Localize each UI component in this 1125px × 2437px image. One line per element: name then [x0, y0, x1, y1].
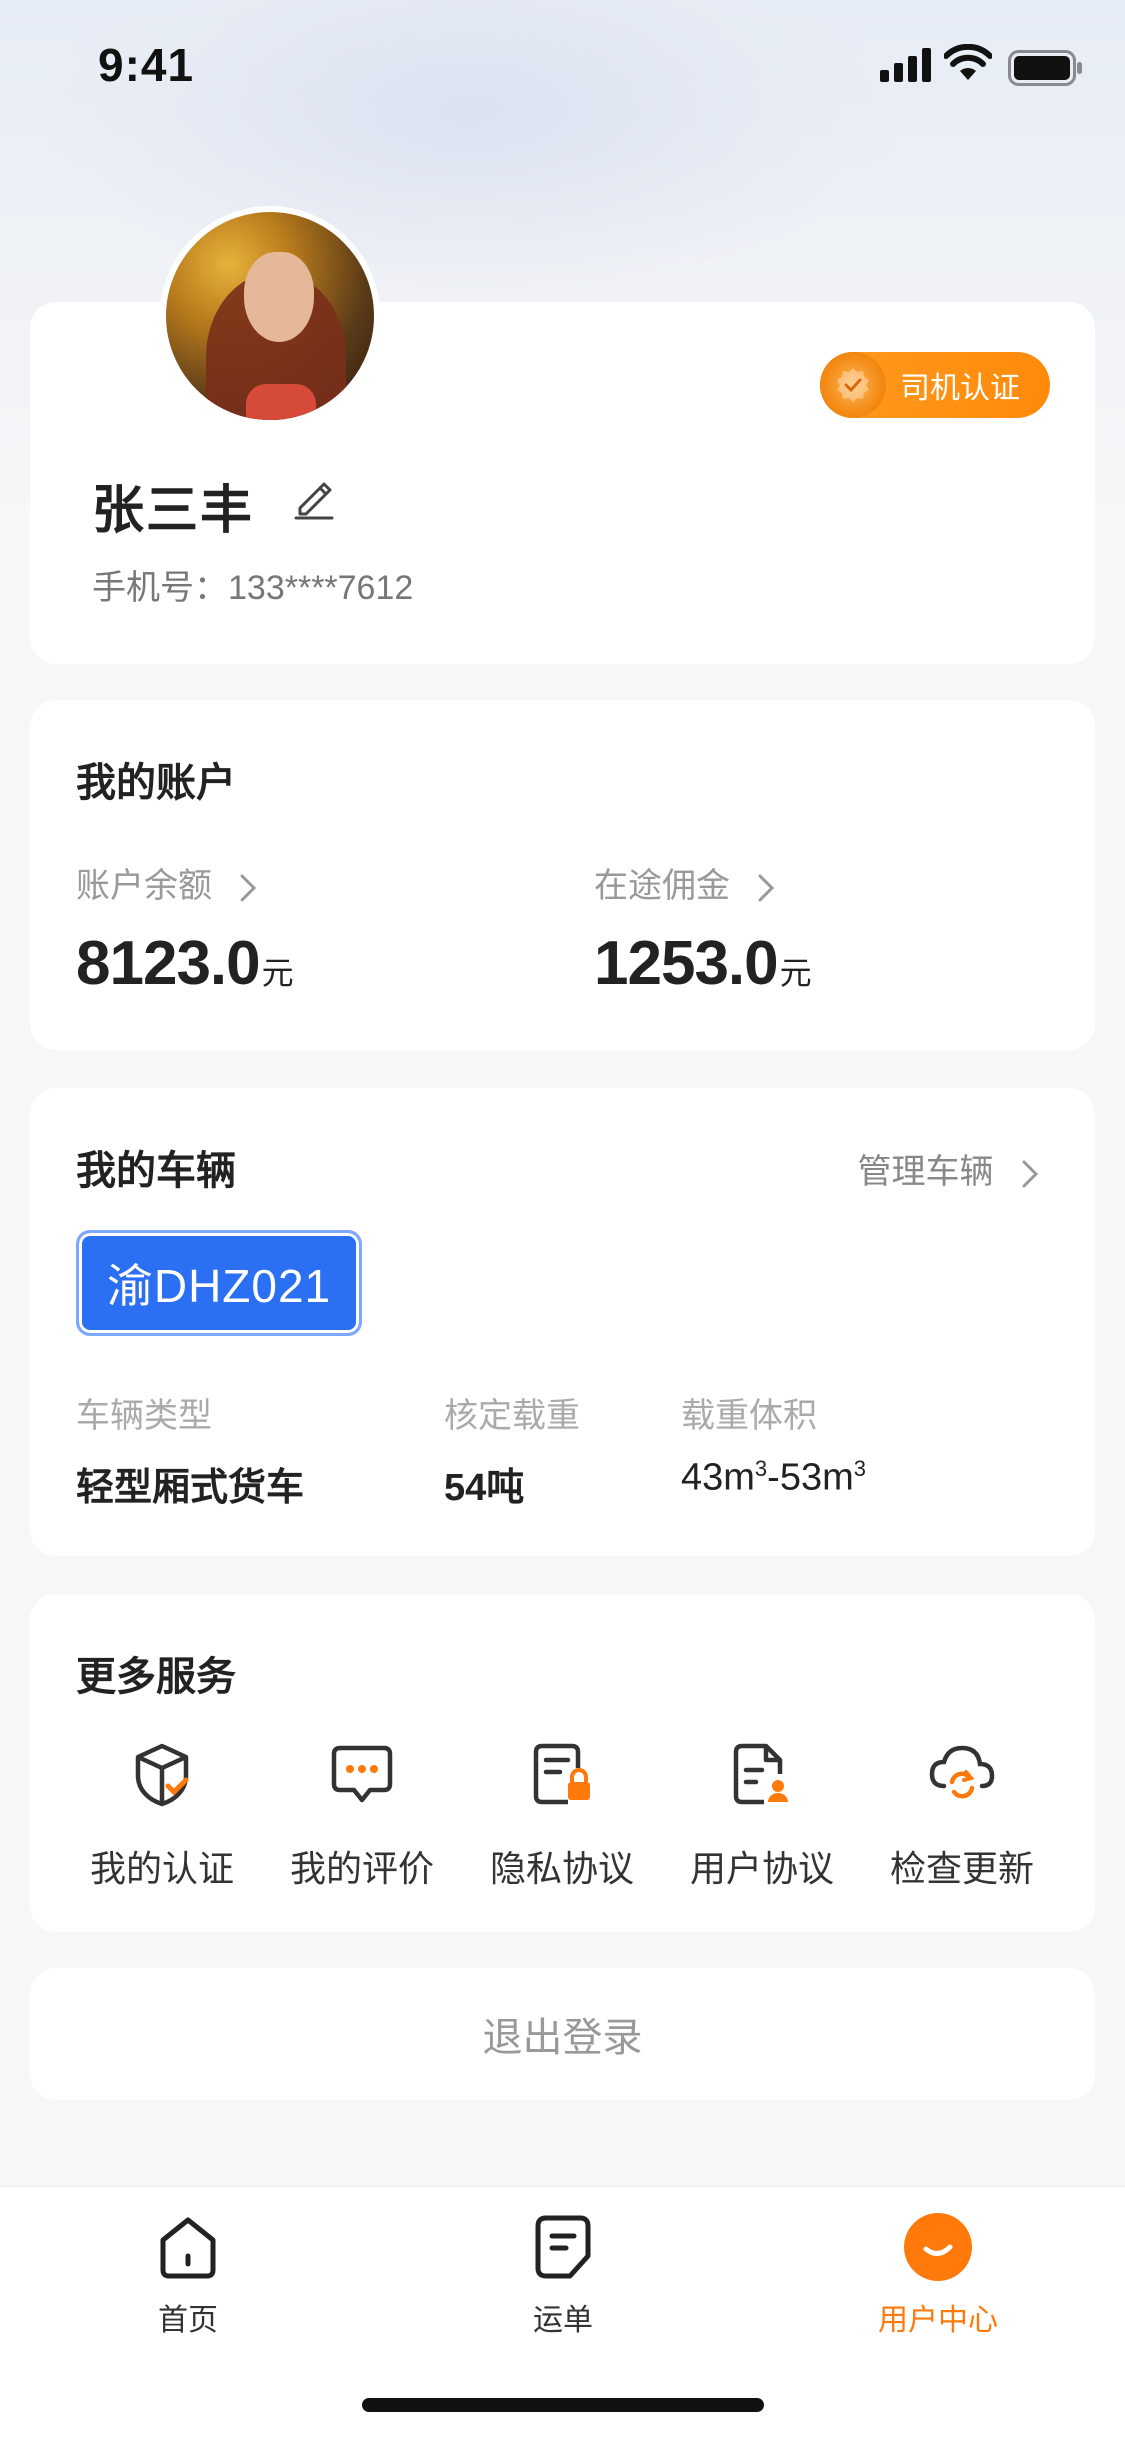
rated-load-label: 核定载重	[444, 1397, 580, 1435]
commission-unit: 元	[779, 955, 812, 991]
manage-vehicles-link[interactable]: 管理车辆	[858, 1144, 1039, 1193]
account-title: 我的账户	[76, 761, 236, 805]
service-my-certification[interactable]: 我的认证	[62, 1738, 262, 1892]
logout-button[interactable]: 退出登录	[30, 1968, 1095, 2100]
vehicle-type-label: 车辆类型	[76, 1397, 212, 1435]
status-time: 9:41	[98, 39, 195, 91]
vehicle-card: 我的车辆 管理车辆 渝DHZ021 车辆类型 轻型厢式货车 核定载重 54吨 载…	[30, 1088, 1095, 1556]
service-user-agreement[interactable]: 用户协议	[662, 1738, 862, 1892]
certification-icon	[135, 1743, 189, 1807]
service-label: 我的评价	[289, 1848, 434, 1889]
balance-label: 账户余额	[76, 867, 212, 905]
tab-label: 用户中心	[878, 2304, 998, 2337]
chevron-right-icon	[758, 874, 775, 902]
vehicle-type-value: 轻型厢式货车	[76, 1467, 305, 1509]
user-name: 张三丰	[92, 482, 255, 540]
balance-unit: 元	[261, 955, 294, 991]
tab-waybill[interactable]: 运单	[463, 2209, 663, 2339]
service-check-update[interactable]: 检查更新	[862, 1738, 1062, 1892]
tab-label: 运单	[533, 2304, 593, 2337]
balance-link[interactable]: 账户余额	[76, 858, 257, 907]
service-label: 隐私协议	[489, 1848, 634, 1889]
cloud-refresh-icon	[929, 1745, 995, 1799]
chevron-right-icon	[1022, 1160, 1039, 1188]
service-label: 检查更新	[889, 1848, 1034, 1889]
manage-vehicles-label: 管理车辆	[857, 1153, 994, 1191]
user-doc-icon	[733, 1743, 788, 1805]
verified-seal-icon	[820, 352, 886, 418]
privacy-doc-icon	[533, 1743, 590, 1805]
account-card: 我的账户 账户余额 8123.0元 在途佣金 1253.0元	[30, 700, 1095, 1050]
waybill-icon	[535, 2215, 591, 2279]
avatar[interactable]	[160, 206, 380, 426]
badge-label: 司机认证	[900, 372, 1020, 405]
home-icon	[160, 2217, 216, 2279]
vehicle-title: 我的车辆	[76, 1149, 236, 1193]
home-indicator[interactable]	[362, 2398, 764, 2412]
wifi-icon	[944, 44, 992, 80]
services-title: 更多服务	[76, 1655, 236, 1699]
edit-icon[interactable]	[292, 476, 336, 520]
load-volume-label: 载重体积	[681, 1397, 817, 1435]
comment-icon	[331, 1745, 393, 1803]
service-label: 我的认证	[89, 1848, 234, 1889]
volume-max: -53m	[767, 1456, 854, 1499]
commission-label: 在途佣金	[594, 867, 730, 905]
avatar-face	[244, 252, 314, 342]
rated-load-value: 54吨	[444, 1467, 525, 1509]
commission-value: 1253.0	[594, 929, 779, 998]
services-card: 更多服务 我的认证 我的评价 隐私协议 用户协议 检查更新	[30, 1594, 1095, 1932]
status-bar: 9:41	[0, 0, 1125, 132]
service-privacy-policy[interactable]: 隐私协议	[462, 1738, 662, 1892]
chevron-right-icon	[240, 874, 257, 902]
tab-label: 首页	[158, 2304, 218, 2337]
service-my-reviews[interactable]: 我的评价	[262, 1738, 462, 1892]
avatar-shirt	[246, 384, 316, 420]
driver-certification-badge[interactable]: 司机认证	[820, 352, 1050, 418]
tab-home[interactable]: 首页	[88, 2209, 288, 2339]
balance-amount: 8123.0元	[76, 928, 294, 999]
cellular-signal-icon	[880, 48, 931, 82]
license-plate[interactable]: 渝DHZ021	[76, 1230, 362, 1336]
load-volume-value: 43m3-53m3	[681, 1456, 866, 1500]
commission-amount: 1253.0元	[594, 928, 812, 999]
volume-min-exponent: 3	[754, 1456, 768, 1481]
service-label: 用户协议	[689, 1848, 834, 1889]
battery-icon	[1008, 50, 1082, 86]
volume-max-exponent: 3	[853, 1456, 866, 1481]
balance-value: 8123.0	[76, 929, 261, 998]
tab-user-center[interactable]: 用户中心	[838, 2209, 1038, 2339]
phone-number: 手机号：133****7612	[92, 569, 414, 607]
user-center-icon	[904, 2213, 972, 2281]
volume-min: 43m	[681, 1456, 755, 1499]
commission-link[interactable]: 在途佣金	[594, 858, 775, 907]
